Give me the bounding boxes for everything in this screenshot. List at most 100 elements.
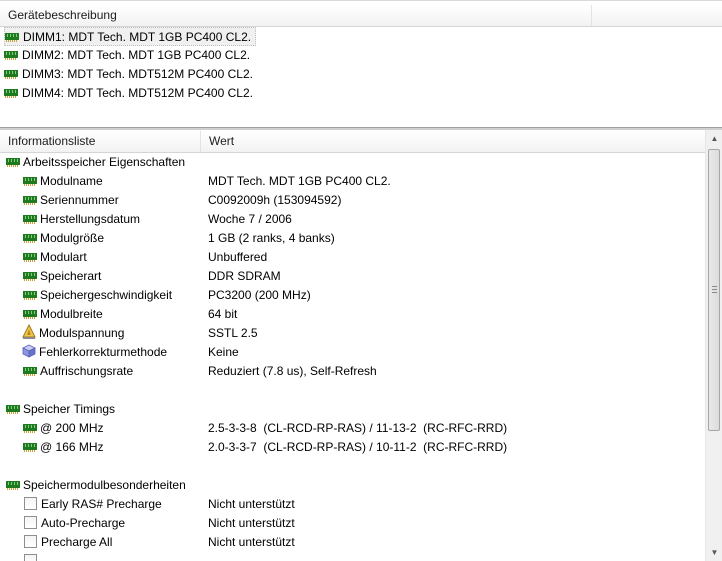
table-row[interactable]: Modulname MDT Tech. MDT 1GB PC400 CL2. (0, 172, 705, 191)
device-list-header: Gerätebeschreibung (0, 5, 722, 27)
table-row[interactable]: Herstellungsdatum Woche 7 / 2006 (0, 210, 705, 229)
property-value: 64 bit (208, 307, 238, 321)
device-item-label: DIMM2: MDT Tech. MDT 1GB PC400 CL2. (22, 48, 251, 62)
table-row[interactable]: Auto-Precharge Nicht unterstützt (0, 514, 705, 533)
group-header-speicher-timings[interactable]: Speicher Timings (0, 400, 705, 419)
property-name: Precharge All (41, 535, 113, 549)
info-list-header: Informationsliste Wert (0, 131, 705, 153)
table-row[interactable]: Modulbreite 64 bit (0, 305, 705, 324)
table-row[interactable]: Seriennummer C0092009h (153094592) (0, 191, 705, 210)
column-header-empty (592, 5, 722, 26)
panel-splitter[interactable] (0, 127, 722, 130)
column-header-informationsliste[interactable]: Informationsliste (0, 131, 201, 152)
table-row[interactable]: Fehlerkorrekturmethode Keine (0, 343, 705, 362)
table-row[interactable]: Modulgröße 1 GB (2 ranks, 4 banks) (0, 229, 705, 248)
property-name: Fehlerkorrekturmethode (39, 345, 168, 359)
property-name: Modulname (40, 174, 103, 188)
property-name: Auffrischungsrate (40, 364, 134, 378)
table-row[interactable]: @ 166 MHz 2.0-3-3-7 (CL-RCD-RP-RAS) / 10… (0, 438, 705, 457)
ram-module-icon (23, 367, 37, 377)
property-name: @ 166 MHz (40, 440, 104, 454)
ram-module-icon (23, 310, 37, 320)
device-item-label: DIMM3: MDT Tech. MDT512M PC400 CL2. (22, 67, 253, 81)
ram-module-icon (23, 253, 37, 263)
device-list: DIMM1: MDT Tech. MDT 1GB PC400 CL2. DIMM… (0, 27, 722, 127)
property-value: DDR SDRAM (208, 269, 281, 283)
cube-icon (22, 344, 36, 358)
ram-module-icon (4, 70, 18, 80)
ram-module-icon (6, 405, 20, 415)
property-value: Keine (208, 345, 239, 359)
scroll-down-arrow-icon[interactable]: ▼ (706, 544, 722, 561)
group-header-arbeitsspeicher[interactable]: Arbeitsspeicher Eigenschaften (0, 153, 705, 172)
ram-module-icon (23, 272, 37, 282)
property-value: 1 GB (2 ranks, 4 banks) (208, 231, 335, 245)
table-row[interactable]: Modulspannung SSTL 2.5 (0, 323, 705, 343)
property-value: C0092009h (153094592) (208, 193, 342, 207)
property-name: Seriennummer (40, 193, 119, 207)
group-title: Arbeitsspeicher Eigenschaften (23, 155, 186, 169)
checkbox-icon (24, 497, 37, 511)
device-item-dimm2[interactable]: DIMM2: MDT Tech. MDT 1GB PC400 CL2. (4, 46, 254, 65)
device-item-dimm4[interactable]: DIMM4: MDT Tech. MDT512M PC400 CL2. (4, 84, 257, 103)
voltage-warning-icon (22, 323, 36, 339)
device-item-label: DIMM4: MDT Tech. MDT512M PC400 CL2. (22, 86, 253, 100)
property-name: Herstellungsdatum (40, 212, 141, 226)
property-value: MDT Tech. MDT 1GB PC400 CL2. (208, 174, 391, 188)
table-row[interactable]: Modulart Unbuffered (0, 248, 705, 267)
property-name: Modulart (40, 250, 87, 264)
checkbox-icon (24, 516, 37, 530)
ram-module-icon (6, 158, 20, 168)
ram-module-icon (5, 33, 19, 43)
column-header-geraetebeschreibung[interactable]: Gerätebeschreibung (0, 5, 592, 26)
property-value: Reduziert (7.8 us), Self-Refresh (208, 364, 377, 378)
property-name: Early RAS# Precharge (41, 497, 162, 511)
table-row[interactable]: Auffrischungsrate Reduziert (7.8 us), Se… (0, 362, 705, 381)
group-header-speichermodulbesonderheiten[interactable]: Speichermodulbesonderheiten (0, 476, 705, 495)
ram-module-icon (23, 424, 37, 434)
table-row-partial (0, 552, 705, 561)
group-title: Speichermodulbesonderheiten (23, 478, 186, 492)
device-item-label: DIMM1: MDT Tech. MDT 1GB PC400 CL2. (23, 30, 252, 44)
vertical-scrollbar[interactable]: ▲ ▼ (705, 130, 722, 561)
property-name: @ 200 MHz (40, 421, 104, 435)
top-border (0, 0, 722, 1)
table-row[interactable]: Precharge All Nicht unterstützt (0, 533, 705, 552)
property-value: Unbuffered (208, 250, 268, 264)
device-item-dimm1[interactable]: DIMM1: MDT Tech. MDT 1GB PC400 CL2. (4, 27, 257, 46)
ram-module-icon (6, 481, 20, 491)
property-value: 2.0-3-3-7 (CL-RCD-RP-RAS) / 10-11-2 (RC-… (208, 440, 508, 454)
property-name: Modulbreite (40, 307, 103, 321)
ram-module-icon (23, 443, 37, 453)
table-row[interactable]: Speicherart DDR SDRAM (0, 267, 705, 286)
scroll-up-arrow-icon[interactable]: ▲ (706, 130, 722, 147)
group-title: Speicher Timings (23, 402, 116, 416)
property-value: Nicht unterstützt (208, 535, 295, 549)
grip-icon (712, 286, 717, 294)
checkbox-icon (24, 535, 37, 549)
ram-module-icon (23, 177, 37, 187)
property-value: Nicht unterstützt (208, 516, 295, 530)
property-value: SSTL 2.5 (208, 326, 258, 340)
property-name: Modulgröße (40, 231, 105, 245)
device-item-dimm3[interactable]: DIMM3: MDT Tech. MDT512M PC400 CL2. (4, 65, 257, 84)
ram-module-icon (23, 234, 37, 244)
table-row[interactable]: Early RAS# Precharge Nicht unterstützt (0, 495, 705, 514)
property-value: Nicht unterstützt (208, 497, 295, 511)
column-header-wert[interactable]: Wert (201, 131, 705, 152)
ram-module-icon (4, 51, 18, 61)
checkbox-icon (24, 554, 37, 561)
property-value: PC3200 (200 MHz) (208, 288, 311, 302)
scrollbar-thumb[interactable] (708, 149, 720, 431)
property-value: Woche 7 / 2006 (208, 212, 292, 226)
property-name: Speichergeschwindigkeit (40, 288, 173, 302)
ram-module-icon (4, 89, 18, 99)
ram-module-icon (23, 196, 37, 206)
property-value: 2.5-3-3-8 (CL-RCD-RP-RAS) / 11-13-2 (RC-… (208, 421, 508, 435)
table-row[interactable]: Speichergeschwindigkeit PC3200 (200 MHz) (0, 286, 705, 305)
table-row[interactable]: @ 200 MHz 2.5-3-3-8 (CL-RCD-RP-RAS) / 11… (0, 419, 705, 438)
ram-module-icon (23, 215, 37, 225)
ram-module-icon (23, 291, 37, 301)
property-name: Speicherart (40, 269, 102, 283)
property-name: Auto-Precharge (41, 516, 126, 530)
